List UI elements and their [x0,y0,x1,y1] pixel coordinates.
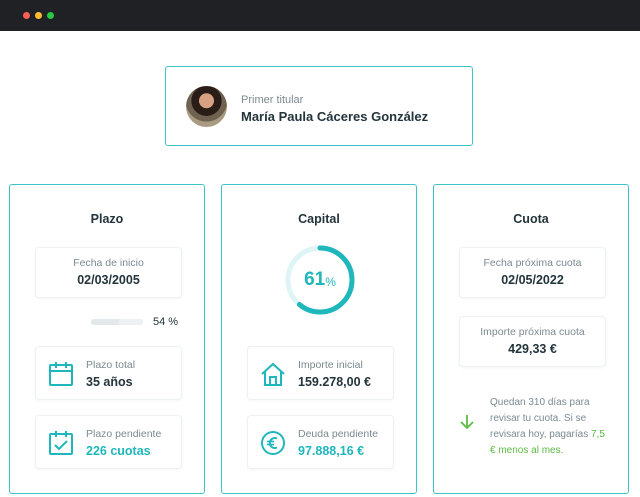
pending-debt-value: 97.888,16 € [298,444,365,458]
term-progress-bar [91,319,143,325]
next-payment-amount-box: Importe próxima cuota 429,33 € [459,316,606,367]
revision-notice-text: Quedan 310 días para revisar tu cuota. S… [490,397,590,440]
initial-amount-box: Importe inicial 159.278,00 € [247,346,394,400]
start-date-value: 02/03/2005 [77,273,140,287]
capital-percent-value: 61 [304,269,326,290]
revision-notice: Quedan 310 días para revisar tu cuota. S… [490,395,608,459]
owner-name: María Paula Cáceres González [241,109,429,124]
term-progress-fill [91,319,120,325]
pending-debt-box: Deuda pendiente 97.888,16 € [247,415,394,469]
term-progress-text: 54 % [153,316,179,328]
start-date-label: Fecha de inicio [73,257,144,269]
pending-term-box: Plazo pendiente 226 cuotas [35,415,182,469]
euro-icon [261,431,285,455]
start-date-box: Fecha de inicio 02/03/2005 [35,247,182,298]
pending-term-label: Plazo pendiente [86,428,162,440]
initial-amount-label: Importe inicial [298,359,363,371]
next-payment-date-label: Fecha próxima cuota [483,257,582,269]
minimize-window-dot[interactable] [35,12,42,19]
house-icon [261,362,285,386]
window-titlebar [0,0,640,31]
plazo-title: Plazo [90,212,124,226]
total-term-box: Plazo total 35 años [35,346,182,400]
capital-percent: 61 % [284,244,356,316]
capital-panel: Capital 61 % Importe inicial 159.278,00 … [221,184,417,494]
owner-label: Primer titular [241,94,304,106]
next-payment-amount-value: 429,33 € [508,342,557,356]
total-term-value: 35 años [86,375,133,389]
avatar [186,86,227,127]
pending-debt-label: Deuda pendiente [298,428,378,440]
next-payment-amount-label: Importe próxima cuota [480,326,585,338]
primary-holder-card: Primer titular María Paula Cáceres Gonzá… [165,66,473,146]
next-payment-date-value: 02/05/2022 [501,273,564,287]
close-window-dot[interactable] [23,12,30,19]
initial-amount-value: 159.278,00 € [298,375,371,389]
cuota-panel: Cuota Fecha próxima cuota 02/05/2022 Imp… [433,184,629,494]
pending-term-value: 226 cuotas [86,444,151,458]
capital-title: Capital [298,212,340,226]
maximize-window-dot[interactable] [47,12,54,19]
capital-percent-unit: % [325,275,336,289]
calendar-check-icon [49,431,73,455]
total-term-label: Plazo total [86,359,136,371]
arrow-down-icon [460,415,474,430]
calendar-icon [49,362,73,386]
plazo-panel: Plazo Fecha de inicio 02/03/2005 54 % Pl… [9,184,205,494]
cuota-title: Cuota [513,212,549,226]
next-payment-date-box: Fecha próxima cuota 02/05/2022 [459,247,606,298]
